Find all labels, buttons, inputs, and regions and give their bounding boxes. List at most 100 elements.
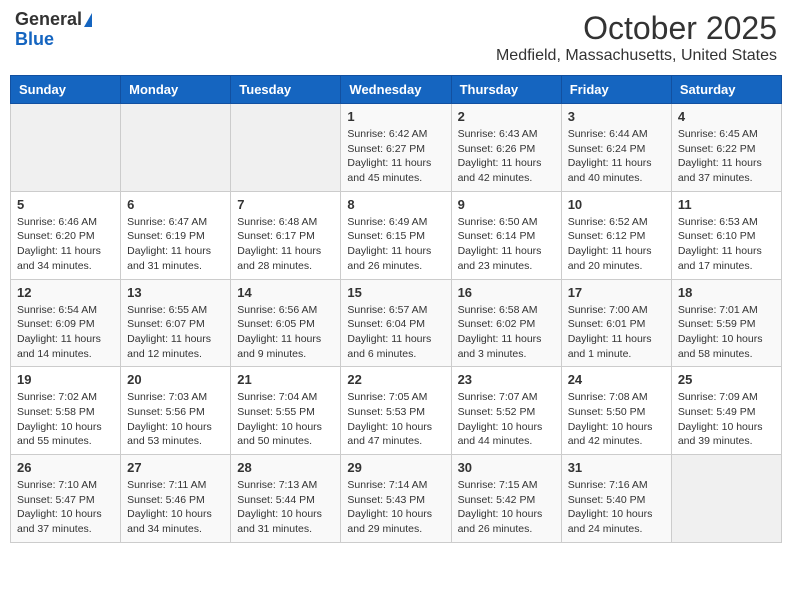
cell-content: Sunrise: 6:50 AMSunset: 6:14 PMDaylight:… [458,215,555,274]
weekday-header-saturday: Saturday [671,76,781,104]
weekday-header-wednesday: Wednesday [341,76,451,104]
calendar-cell: 31 Sunrise: 7:16 AMSunset: 5:40 PMDayligh… [561,455,671,543]
day-number: 4 [678,109,775,124]
day-number: 28 [237,460,334,475]
day-number: 8 [347,197,444,212]
day-number: 3 [568,109,665,124]
week-row-4: 19 Sunrise: 7:02 AMSunset: 5:58 PMDayligh… [11,367,782,455]
cell-content: Sunrise: 7:13 AMSunset: 5:44 PMDaylight:… [237,478,334,537]
weekday-header-friday: Friday [561,76,671,104]
day-number: 23 [458,372,555,387]
day-number: 18 [678,285,775,300]
calendar-cell: 4Sunrise: 6:45 AMSunset: 6:22 PMDaylight… [671,104,781,192]
cell-content: Sunrise: 6:53 AMSunset: 6:10 PMDaylight:… [678,215,775,274]
day-number: 24 [568,372,665,387]
day-number: 10 [568,197,665,212]
calendar-cell: 11 Sunrise: 6:53 AMSunset: 6:10 PMDayligh… [671,191,781,279]
calendar-cell: 19 Sunrise: 7:02 AMSunset: 5:58 PMDayligh… [11,367,121,455]
cell-content: Sunrise: 7:00 AMSunset: 6:01 PMDaylight:… [568,303,665,362]
calendar-cell: 17 Sunrise: 7:00 AMSunset: 6:01 PMDayligh… [561,279,671,367]
calendar-cell: 22Sunrise: 7:05 AMSunset: 5:53 PMDayligh… [341,367,451,455]
calendar-cell [11,104,121,192]
cell-content: Sunrise: 7:07 AMSunset: 5:52 PMDaylight:… [458,390,555,449]
calendar-cell: 3 Sunrise: 6:44 AMSunset: 6:24 PMDaylight… [561,104,671,192]
day-number: 30 [458,460,555,475]
location-title: Medfield, Massachusetts, United States [496,47,777,65]
cell-content: Sunrise: 6:52 AMSunset: 6:12 PMDaylight:… [568,215,665,274]
cell-content: Sunrise: 7:11 AMSunset: 5:46 PMDaylight:… [127,478,224,537]
calendar-cell: 8 Sunrise: 6:49 AMSunset: 6:15 PMDaylight… [341,191,451,279]
calendar-cell: 10 Sunrise: 6:52 AMSunset: 6:12 PMDayligh… [561,191,671,279]
calendar-cell: 7Sunrise: 6:48 AMSunset: 6:17 PMDaylight… [231,191,341,279]
calendar-cell: 9 Sunrise: 6:50 AMSunset: 6:14 PMDaylight… [451,191,561,279]
cell-content: Sunrise: 7:03 AMSunset: 5:56 PMDaylight:… [127,390,224,449]
weekday-header-sunday: Sunday [11,76,121,104]
day-number: 9 [458,197,555,212]
day-number: 12 [17,285,114,300]
day-number: 1 [347,109,444,124]
cell-content: Sunrise: 6:49 AMSunset: 6:15 PMDaylight:… [347,215,444,274]
day-number: 27 [127,460,224,475]
month-title: October 2025 [496,10,777,47]
calendar-cell [231,104,341,192]
week-row-2: 5 Sunrise: 6:46 AMSunset: 6:20 PMDaylight… [11,191,782,279]
week-row-3: 12Sunrise: 6:54 AMSunset: 6:09 PMDayligh… [11,279,782,367]
cell-content: Sunrise: 7:08 AMSunset: 5:50 PMDaylight:… [568,390,665,449]
day-number: 7 [237,197,334,212]
calendar-header-row: SundayMondayTuesdayWednesdayThursdayFrid… [11,76,782,104]
calendar-table: SundayMondayTuesdayWednesdayThursdayFrid… [10,75,782,543]
cell-content: Sunrise: 6:58 AMSunset: 6:02 PMDaylight:… [458,303,555,362]
calendar-cell: 16Sunrise: 6:58 AMSunset: 6:02 PMDayligh… [451,279,561,367]
calendar-cell: 21Sunrise: 7:04 AMSunset: 5:55 PMDayligh… [231,367,341,455]
calendar-cell: 12Sunrise: 6:54 AMSunset: 6:09 PMDayligh… [11,279,121,367]
cell-content: Sunrise: 7:10 AMSunset: 5:47 PMDaylight:… [17,478,114,537]
cell-content: Sunrise: 7:14 AMSunset: 5:43 PMDaylight:… [347,478,444,537]
day-number: 11 [678,197,775,212]
logo: General Blue [15,10,92,50]
cell-content: Sunrise: 7:15 AMSunset: 5:42 PMDaylight:… [458,478,555,537]
day-number: 26 [17,460,114,475]
calendar-cell [121,104,231,192]
calendar-cell: 2 Sunrise: 6:43 AMSunset: 6:26 PMDaylight… [451,104,561,192]
day-number: 14 [237,285,334,300]
day-number: 19 [17,372,114,387]
day-number: 22 [347,372,444,387]
calendar-cell: 25Sunrise: 7:09 AMSunset: 5:49 PMDayligh… [671,367,781,455]
day-number: 31 [568,460,665,475]
cell-content: Sunrise: 6:55 AMSunset: 6:07 PMDaylight:… [127,303,224,362]
calendar-cell: 26 Sunrise: 7:10 AMSunset: 5:47 PMDayligh… [11,455,121,543]
calendar-cell: 1Sunrise: 6:42 AMSunset: 6:27 PMDaylight… [341,104,451,192]
cell-content: Sunrise: 6:46 AMSunset: 6:20 PMDaylight:… [17,215,114,274]
cell-content: Sunrise: 6:56 AMSunset: 6:05 PMDaylight:… [237,303,334,362]
calendar-cell: 18Sunrise: 7:01 AMSunset: 5:59 PMDayligh… [671,279,781,367]
weekday-header-thursday: Thursday [451,76,561,104]
day-number: 20 [127,372,224,387]
day-number: 2 [458,109,555,124]
logo-general-text: General [15,10,82,30]
calendar-cell: 27 Sunrise: 7:11 AMSunset: 5:46 PMDayligh… [121,455,231,543]
calendar-cell: 24 Sunrise: 7:08 AMSunset: 5:50 PMDayligh… [561,367,671,455]
calendar-cell: 28 Sunrise: 7:13 AMSunset: 5:44 PMDayligh… [231,455,341,543]
logo-triangle-icon [84,13,92,27]
cell-content: Sunrise: 7:02 AMSunset: 5:58 PMDaylight:… [17,390,114,449]
calendar-cell: 29Sunrise: 7:14 AMSunset: 5:43 PMDayligh… [341,455,451,543]
calendar-cell: 20 Sunrise: 7:03 AMSunset: 5:56 PMDayligh… [121,367,231,455]
day-number: 5 [17,197,114,212]
weekday-header-monday: Monday [121,76,231,104]
logo-blue-text: Blue [15,30,54,50]
cell-content: Sunrise: 6:47 AMSunset: 6:19 PMDaylight:… [127,215,224,274]
cell-content: Sunrise: 6:44 AMSunset: 6:24 PMDaylight:… [568,127,665,186]
weekday-header-tuesday: Tuesday [231,76,341,104]
calendar-cell: 13Sunrise: 6:55 AMSunset: 6:07 PMDayligh… [121,279,231,367]
calendar-cell: 15Sunrise: 6:57 AMSunset: 6:04 PMDayligh… [341,279,451,367]
calendar-cell: 30 Sunrise: 7:15 AMSunset: 5:42 PMDayligh… [451,455,561,543]
week-row-1: 1Sunrise: 6:42 AMSunset: 6:27 PMDaylight… [11,104,782,192]
cell-content: Sunrise: 7:04 AMSunset: 5:55 PMDaylight:… [237,390,334,449]
cell-content: Sunrise: 7:16 AMSunset: 5:40 PMDaylight:… [568,478,665,537]
page-header: General Blue October 2025 Medfield, Mass… [10,10,782,65]
cell-content: Sunrise: 6:43 AMSunset: 6:26 PMDaylight:… [458,127,555,186]
day-number: 6 [127,197,224,212]
day-number: 17 [568,285,665,300]
title-section: October 2025 Medfield, Massachusetts, Un… [496,10,777,65]
calendar-cell [671,455,781,543]
